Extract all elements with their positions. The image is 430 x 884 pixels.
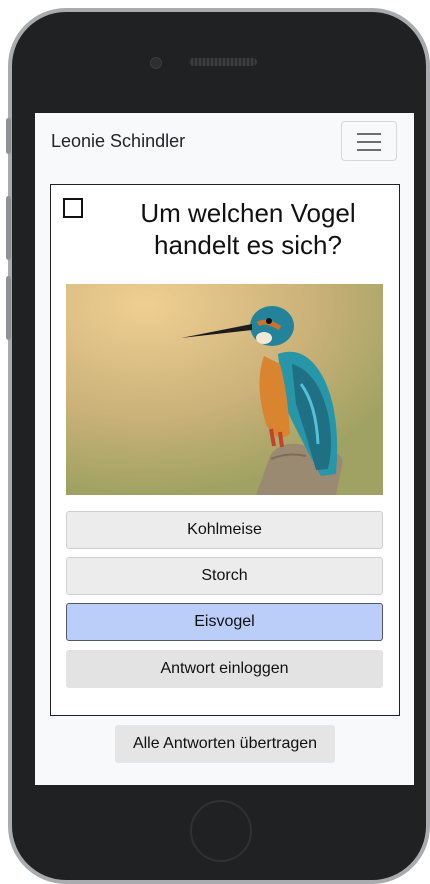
question-card: Um welchen Vogel handelt es sich? Kohlme… bbox=[50, 184, 400, 716]
done-checkbox[interactable] bbox=[63, 198, 83, 218]
phone-screen: Leonie Schindler Um welchen Vogel handel… bbox=[35, 113, 414, 785]
transfer-all-answers-button[interactable]: Alle Antworten übertragen bbox=[115, 725, 335, 763]
front-camera bbox=[150, 57, 162, 69]
home-button[interactable] bbox=[190, 800, 252, 862]
submit-answer-button[interactable]: Antwort einloggen bbox=[66, 650, 383, 688]
answer-option-eisvogel[interactable]: Eisvogel bbox=[66, 603, 383, 641]
earpiece-speaker bbox=[189, 58, 257, 66]
navbar-brand[interactable]: Leonie Schindler bbox=[51, 131, 185, 152]
question-title: Um welchen Vogel handelt es sich? bbox=[140, 198, 356, 260]
bird-photo bbox=[66, 284, 383, 495]
volume-down-button bbox=[6, 276, 11, 340]
volume-up-button bbox=[6, 196, 11, 260]
answer-option-kohlmeise[interactable]: Kohlmeise bbox=[66, 511, 383, 549]
mute-switch bbox=[6, 118, 11, 154]
main-content: Um welchen Vogel handelt es sich? Kohlme… bbox=[35, 171, 414, 785]
hamburger-menu-icon[interactable] bbox=[341, 121, 397, 161]
navbar: Leonie Schindler bbox=[35, 113, 414, 171]
answer-option-storch[interactable]: Storch bbox=[66, 557, 383, 595]
